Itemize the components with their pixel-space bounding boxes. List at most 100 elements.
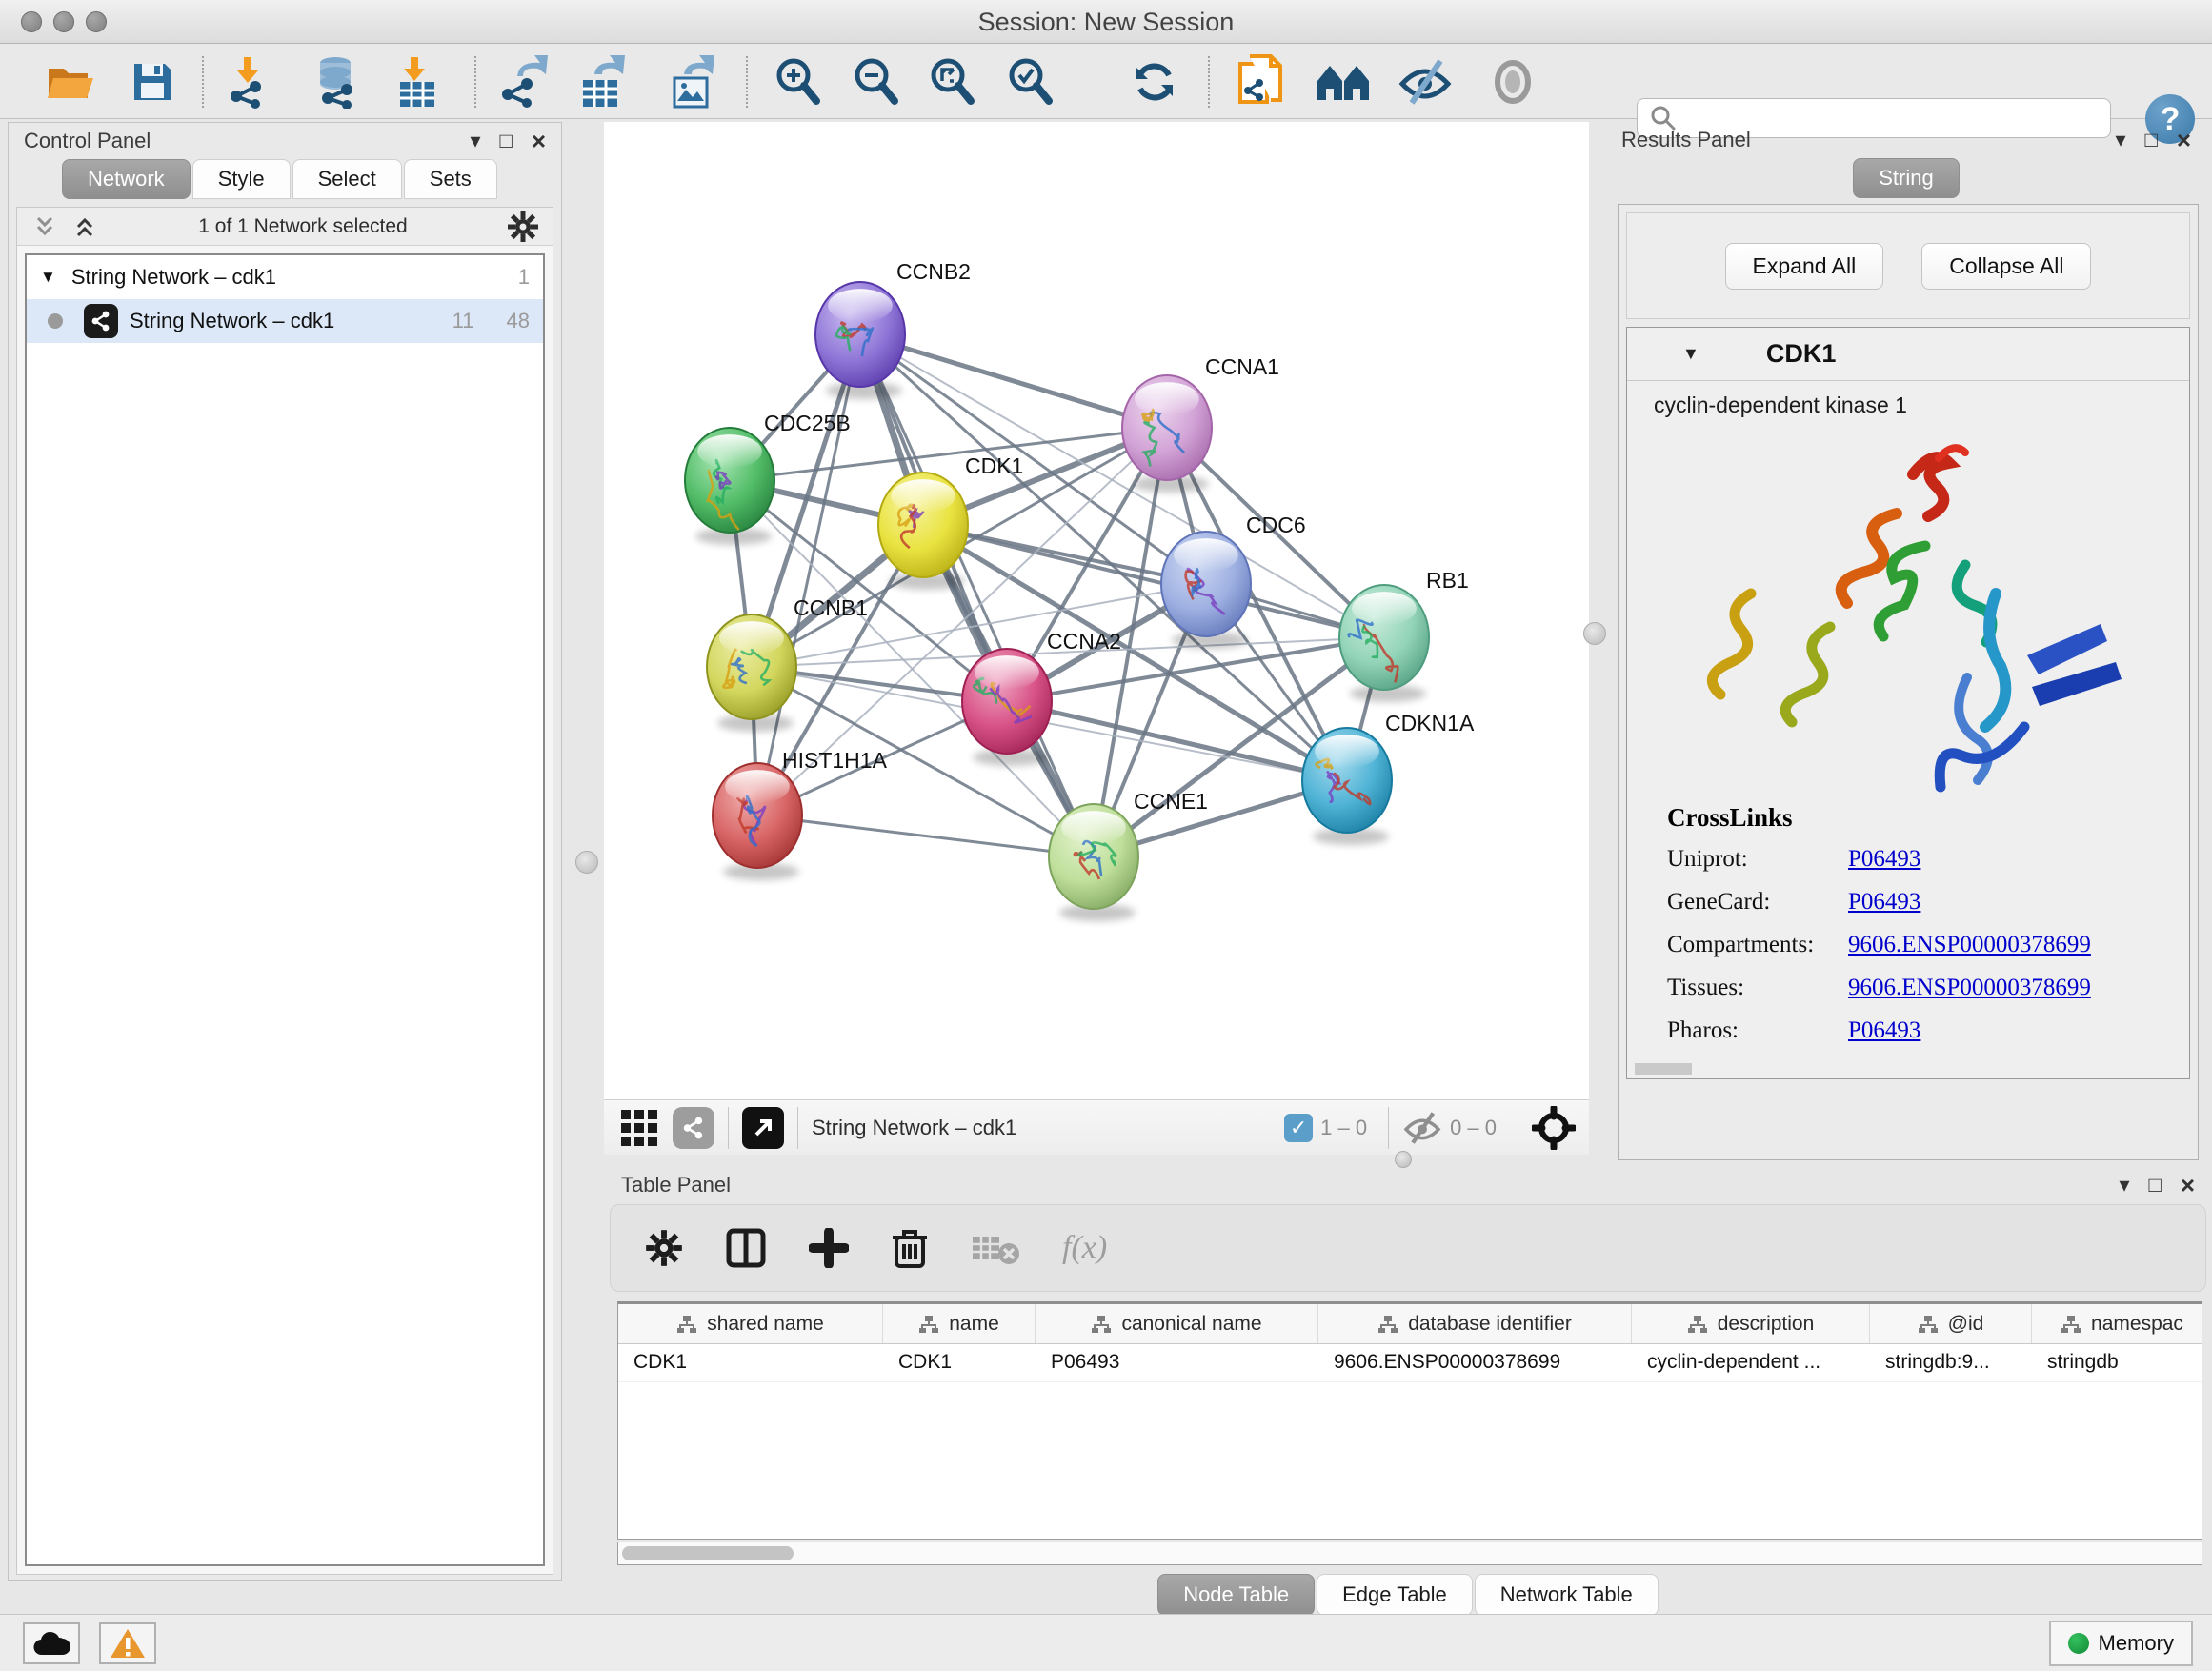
table-cell[interactable]: stringdb:9... (1870, 1344, 2032, 1381)
first-neighbors-button[interactable] (1313, 52, 1374, 111)
column-header-name[interactable]: name (883, 1304, 1036, 1343)
hide-selected-button[interactable] (1395, 52, 1456, 111)
network-graph[interactable]: CCNB2CCNA1CDC25BCDK1CDC6RB1CCNB1CCNA2CDK… (604, 122, 1589, 1099)
function-builder-icon[interactable]: f(x) (1062, 1230, 1107, 1266)
crosslink-label: Pharos: (1667, 1017, 1848, 1044)
cloud-button[interactable] (23, 1622, 80, 1664)
table-cell[interactable]: CDK1 (883, 1344, 1036, 1381)
column-header-description[interactable]: description (1632, 1304, 1870, 1343)
network-collection-row[interactable]: ▼ String Network – cdk1 1 (27, 255, 543, 299)
table-horizontal-scrollbar[interactable] (617, 1542, 2202, 1565)
tab-string[interactable]: String (1853, 158, 1959, 198)
view-grid-icon[interactable] (621, 1110, 657, 1146)
hidden-eye-slash-icon[interactable] (1402, 1112, 1442, 1144)
tab-network[interactable]: Network (62, 159, 191, 199)
panel-close-icon[interactable]: × (2177, 128, 2191, 152)
crosslink-link[interactable]: 9606.ENSP00000378699 (1848, 975, 2091, 1001)
delete-table-icon[interactable] (971, 1231, 1020, 1265)
create-column-plus-icon[interactable] (809, 1228, 849, 1268)
column-header-database-identifier[interactable]: database identifier (1318, 1304, 1632, 1343)
export-image-button[interactable] (663, 52, 724, 111)
clone-network-button[interactable] (1231, 52, 1292, 111)
delete-column-trash-icon[interactable] (891, 1226, 929, 1270)
crosslink-link[interactable]: P06493 (1848, 846, 1920, 873)
open-session-button[interactable] (40, 52, 101, 111)
network-edge-CCNB2-CCNE1[interactable] (860, 334, 1094, 856)
zoom-out-button[interactable] (846, 52, 907, 111)
protein-card-scrollbar[interactable] (1635, 1063, 1692, 1075)
column-header-canonical-name[interactable]: canonical name (1036, 1304, 1318, 1343)
import-network-file-button[interactable] (217, 52, 278, 111)
table-cell[interactable]: CDK1 (618, 1344, 883, 1381)
zoom-fit-button[interactable] (922, 52, 983, 111)
tab-node-table[interactable]: Node Table (1157, 1574, 1315, 1616)
panel-float-icon[interactable]: □ (2145, 130, 2158, 151)
network-type-icon[interactable] (673, 1107, 714, 1149)
panel-close-icon[interactable]: × (532, 129, 546, 153)
column-header--id[interactable]: @id (1870, 1304, 2032, 1343)
crosslink-link[interactable]: P06493 (1848, 1017, 1920, 1044)
tab-sets[interactable]: Sets (404, 159, 497, 199)
panel-menu-caret-icon[interactable]: ▾ (2119, 1175, 2129, 1196)
protein-collapse-icon[interactable]: ▼ (1682, 344, 1699, 364)
export-table-button[interactable] (572, 52, 633, 111)
refresh-button[interactable] (1124, 52, 1185, 111)
network-canvas[interactable]: CCNB2CCNA1CDC25BCDK1CDC6RB1CCNB1CCNA2CDK… (604, 122, 1589, 1099)
tab-style[interactable]: Style (192, 159, 291, 199)
table-row[interactable]: CDK1CDK1P064939606.ENSP00000378699cyclin… (618, 1344, 2202, 1382)
panel-close-icon[interactable]: × (2181, 1173, 2195, 1198)
network-edge-CCNB2-HIST1H1A[interactable] (757, 334, 860, 815)
memory-button[interactable]: Memory (2049, 1621, 2193, 1666)
table-cell[interactable]: stringdb (2032, 1344, 2202, 1381)
table-cell[interactable]: cyclin-dependent ... (1632, 1344, 1870, 1381)
export-network-button[interactable] (493, 52, 554, 111)
panel-menu-caret-icon[interactable]: ▾ (470, 131, 480, 151)
selected-checkbox-icon[interactable]: ✓ (1284, 1114, 1313, 1142)
show-columns-icon[interactable] (725, 1227, 767, 1269)
save-session-button[interactable] (122, 52, 183, 111)
table-options-gear-icon[interactable] (645, 1229, 683, 1267)
scrollbar-thumb[interactable] (622, 1546, 794, 1560)
network-row[interactable]: String Network – cdk1 11 48 (27, 299, 543, 343)
panel-menu-caret-icon[interactable]: ▾ (2115, 130, 2125, 151)
network-edge-CCNB2-CCNA1[interactable] (860, 334, 1167, 428)
collapse-all-chevron-icon[interactable] (70, 212, 99, 241)
zoom-selected-button[interactable] (1000, 52, 1061, 111)
tab-select[interactable]: Select (292, 159, 402, 199)
network-edge-CCNA2-CDKN1A[interactable] (1007, 701, 1347, 780)
crosslink-link[interactable]: P06493 (1848, 889, 1920, 916)
left-splitter-handle[interactable] (575, 851, 598, 874)
import-table-file-button[interactable] (386, 52, 447, 111)
table-cell[interactable]: P06493 (1036, 1344, 1318, 1381)
column-header-shared-name[interactable]: shared name (618, 1304, 883, 1343)
column-header-namespac[interactable]: namespac (2032, 1304, 2202, 1343)
collapse-all-button[interactable]: Collapse All (1921, 243, 2091, 290)
network-edge-HIST1H1A-CCNE1[interactable] (757, 815, 1094, 856)
expand-all-chevron-icon[interactable] (30, 212, 59, 241)
network-node-HIST1H1A[interactable]: HIST1H1A (713, 748, 888, 880)
node-label-CCNA2: CCNA2 (1047, 629, 1121, 654)
warning-button[interactable] (99, 1622, 156, 1664)
network-options-gear-icon[interactable] (507, 211, 539, 243)
tab-edge-table[interactable]: Edge Table (1317, 1574, 1473, 1616)
table-cell[interactable]: 9606.ENSP00000378699 (1318, 1344, 1632, 1381)
network-node-CCNA1[interactable]: CCNA1 (1122, 354, 1279, 493)
panel-float-icon[interactable]: □ (2149, 1175, 2162, 1196)
import-network-database-button[interactable] (305, 52, 366, 111)
right-splitter-handle[interactable] (1583, 622, 1606, 645)
network-node-RB1[interactable]: RB1 (1339, 568, 1469, 702)
tab-network-table[interactable]: Network Table (1475, 1574, 1659, 1616)
network-node-CCNB2[interactable]: CCNB2 (815, 259, 971, 399)
crosslink-link[interactable]: 9606.ENSP00000378699 (1848, 932, 2091, 958)
network-node-CDC6[interactable]: CDC6 (1161, 513, 1306, 649)
tree-expanded-icon[interactable]: ▼ (40, 268, 56, 287)
birds-eye-view-icon[interactable] (742, 1107, 784, 1149)
panel-float-icon[interactable]: □ (500, 131, 513, 151)
fit-crosshair-icon[interactable] (1532, 1106, 1576, 1150)
network-node-CDC25B[interactable]: CDC25B (685, 411, 851, 545)
network-edge-CDK1-RB1[interactable] (923, 525, 1384, 637)
expand-all-button[interactable]: Expand All (1725, 243, 1884, 290)
show-hidden-button[interactable] (1482, 52, 1543, 111)
network-node-CDKN1A[interactable]: CDKN1A (1302, 711, 1475, 845)
zoom-in-button[interactable] (768, 52, 829, 111)
